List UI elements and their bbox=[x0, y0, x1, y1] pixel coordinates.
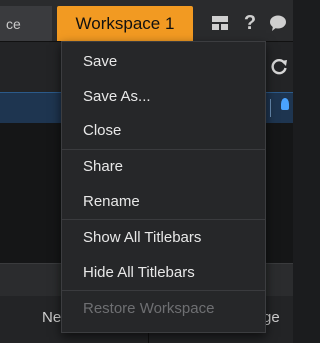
menu-item-rename[interactable]: Rename bbox=[62, 184, 265, 218]
menu-item-share[interactable]: Share bbox=[62, 149, 265, 183]
refresh-icon[interactable] bbox=[270, 58, 288, 82]
menu-item-save[interactable]: Save bbox=[62, 44, 265, 78]
menu-item-close[interactable]: Close bbox=[62, 113, 265, 147]
location-pin-icon[interactable] bbox=[281, 98, 289, 110]
menu-item-save-as[interactable]: Save As... bbox=[62, 79, 265, 113]
workspace-tab-previous[interactable]: ce bbox=[0, 6, 52, 41]
layout-icon[interactable] bbox=[208, 10, 232, 36]
help-icon[interactable]: ? bbox=[240, 10, 260, 36]
workspace-menu: Save Save As... Close Share Rename Show … bbox=[61, 41, 266, 333]
workspace-tab-active[interactable]: Workspace 1 bbox=[57, 6, 193, 41]
column-header-left[interactable]: Ne bbox=[42, 309, 61, 326]
menu-item-restore-workspace: Restore Workspace bbox=[83, 299, 215, 317]
row-divider bbox=[270, 99, 271, 117]
chat-bubble-icon[interactable] bbox=[266, 10, 290, 36]
menu-item-hide-all-titlebars[interactable]: Hide All Titlebars bbox=[62, 255, 265, 289]
menu-item-show-all-titlebars[interactable]: Show All Titlebars bbox=[62, 220, 265, 254]
